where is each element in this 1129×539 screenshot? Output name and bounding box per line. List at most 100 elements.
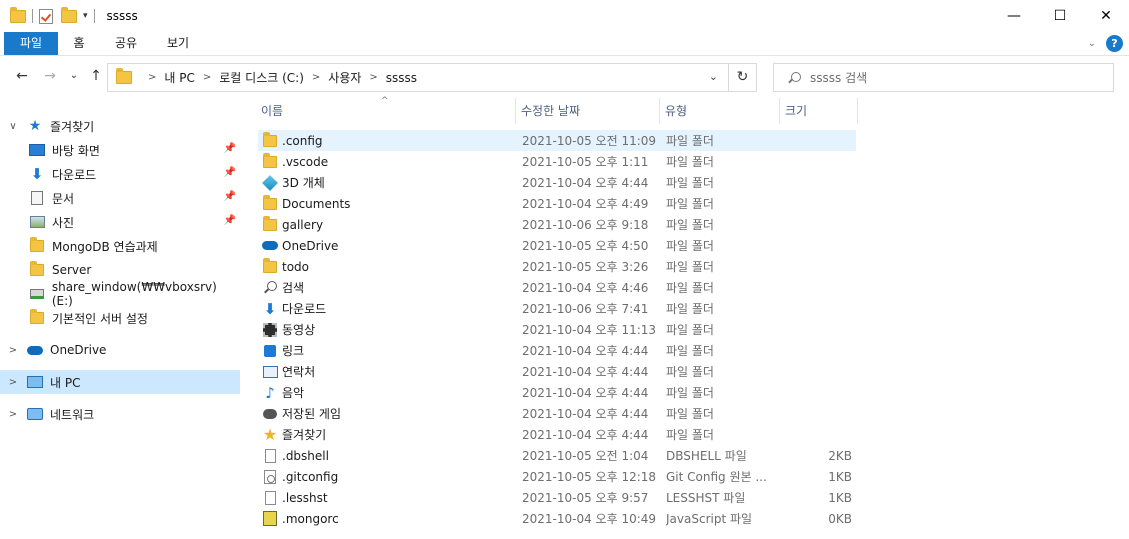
- file-type: DBSHELL 파일: [666, 449, 747, 463]
- tab-share[interactable]: 공유: [108, 32, 144, 55]
- file-row[interactable]: 동영상 2021-10-04 오후 11:13 파일 폴더: [258, 319, 856, 340]
- file-date: 2021-10-05 오후 1:11: [522, 155, 649, 169]
- column-header-size[interactable]: 크기: [780, 98, 858, 124]
- file-row[interactable]: .mongorc 2021-10-04 오후 10:49 JavaScript 파일…: [258, 508, 856, 529]
- nav-item-server-settings[interactable]: 기본적인 서버 설정: [0, 306, 240, 330]
- file-name: 연락처: [282, 365, 316, 379]
- help-icon[interactable]: ?: [1106, 35, 1123, 52]
- file-row[interactable]: OneDrive 2021-10-05 오후 4:50 파일 폴더: [258, 235, 856, 256]
- file-name: .mongorc: [282, 511, 339, 526]
- expand-icon[interactable]: >: [6, 377, 20, 388]
- new-folder-icon[interactable]: [61, 6, 77, 23]
- music-icon: ♪: [265, 383, 275, 402]
- nav-label: 다운로드: [52, 167, 97, 182]
- file-date: 2021-10-04 오후 11:13: [522, 323, 657, 337]
- close-button[interactable]: ✕: [1083, 0, 1129, 32]
- minimize-button[interactable]: —: [991, 0, 1037, 32]
- file-type: 파일 폴더: [666, 428, 714, 442]
- nav-onedrive[interactable]: > OneDrive: [0, 338, 240, 362]
- file-row[interactable]: ⬇ 다운로드 2021-10-06 오후 7:41 파일 폴더: [258, 298, 856, 319]
- toolbar-separator: [93, 9, 95, 23]
- nav-network[interactable]: > 네트워크: [0, 402, 240, 426]
- breadcrumb-current[interactable]: sssss: [386, 71, 417, 85]
- file-row[interactable]: ♪ 음악 2021-10-04 오후 4:44 파일 폴더: [258, 382, 856, 403]
- file-row[interactable]: .config 2021-10-05 오전 11:09 파일 폴더: [258, 130, 856, 151]
- file-date: 2021-10-04 오후 4:44: [522, 386, 649, 400]
- 3d-objects-icon: [262, 174, 278, 191]
- folder-icon: [262, 131, 278, 149]
- nav-item-documents[interactable]: 문서 📌: [0, 186, 240, 210]
- expand-icon[interactable]: ∨: [6, 121, 20, 132]
- nav-item-mongodb[interactable]: MongoDB 연습과제: [0, 234, 240, 258]
- file-row[interactable]: 연락처 2021-10-04 오후 4:44 파일 폴더: [258, 361, 856, 382]
- videos-icon: [262, 322, 278, 338]
- file-row[interactable]: .dbshell 2021-10-05 오전 1:04 DBSHELL 파일 2KB: [258, 445, 856, 466]
- breadcrumb-this-pc[interactable]: 내 PC: [164, 69, 194, 86]
- breadcrumb-local-disk[interactable]: 로컬 디스크 (C:): [219, 69, 304, 86]
- expand-icon[interactable]: >: [6, 409, 20, 420]
- file-row[interactable]: 링크 2021-10-04 오후 4:44 파일 폴더: [258, 340, 856, 361]
- back-button[interactable]: ←: [12, 66, 32, 86]
- file-type: 파일 폴더: [666, 239, 714, 253]
- file-row[interactable]: .vscode 2021-10-05 오후 1:11 파일 폴더: [258, 151, 856, 172]
- properties-icon[interactable]: [39, 8, 53, 24]
- qat-dropdown-icon[interactable]: ▾: [83, 11, 88, 21]
- breadcrumb-users[interactable]: 사용자: [328, 69, 361, 86]
- tab-home[interactable]: 홈: [66, 32, 92, 55]
- file-row[interactable]: 검색 2021-10-04 오후 4:46 파일 폴더: [258, 277, 856, 298]
- tab-view[interactable]: 보기: [160, 32, 196, 55]
- address-bar[interactable]: > 내 PC > 로컬 디스크 (C:) > 사용자 > sssss ⌄ ↻: [107, 63, 757, 92]
- column-header-date[interactable]: 수정한 날짜: [516, 98, 660, 124]
- file-name: OneDrive: [282, 238, 339, 253]
- computer-icon: [27, 376, 43, 388]
- refresh-button[interactable]: ↻: [728, 64, 756, 91]
- file-type: 파일 폴더: [666, 323, 714, 337]
- file-row[interactable]: Documents 2021-10-04 오후 4:49 파일 폴더: [258, 193, 856, 214]
- nav-item-desktop[interactable]: 바탕 화면 📌: [0, 138, 240, 162]
- up-button[interactable]: ↑: [86, 66, 106, 86]
- forward-button[interactable]: →: [40, 66, 60, 86]
- file-date: 2021-10-04 오후 4:44: [522, 407, 649, 421]
- column-header-type[interactable]: 유형: [660, 98, 780, 124]
- search-box[interactable]: [773, 63, 1114, 92]
- ribbon-right-controls: ⌄ ?: [1088, 35, 1123, 52]
- file-type: LESSHST 파일: [666, 491, 746, 505]
- expand-ribbon-icon[interactable]: ⌄: [1088, 38, 1096, 49]
- nav-this-pc[interactable]: > 내 PC: [0, 370, 240, 394]
- nav-label: share_window(₩₩vboxsrv) (E:): [51, 280, 217, 308]
- nav-item-server[interactable]: Server: [0, 258, 240, 282]
- address-dropdown-icon[interactable]: ⌄: [709, 70, 718, 83]
- expand-icon[interactable]: >: [6, 345, 20, 356]
- folder-icon: [30, 309, 44, 324]
- file-type: 파일 폴더: [666, 218, 714, 232]
- onedrive-cloud-icon: [27, 345, 43, 355]
- nav-item-share-window[interactable]: share_window(₩₩vboxsrv) (E:): [0, 280, 240, 308]
- file-name: todo: [282, 259, 310, 274]
- file-type: 파일 폴더: [666, 134, 714, 148]
- folder-icon: [116, 68, 132, 84]
- nav-item-pictures[interactable]: 사진 📌: [0, 210, 240, 234]
- file-date: 2021-10-04 오후 4:44: [522, 365, 649, 379]
- recent-locations-button[interactable]: ⌄: [64, 66, 84, 86]
- file-row[interactable]: 3D 개체 2021-10-04 오후 4:44 파일 폴더: [258, 172, 856, 193]
- nav-item-downloads[interactable]: ⬇ 다운로드 📌: [0, 162, 240, 186]
- contacts-icon: [262, 364, 278, 380]
- file-row[interactable]: todo 2021-10-05 오후 3:26 파일 폴더: [258, 256, 856, 277]
- file-row[interactable]: ★ 즐겨찾기 2021-10-04 오후 4:44 파일 폴더: [258, 424, 856, 445]
- file-row[interactable]: .gitconfig 2021-10-05 오후 12:18 Git Config …: [258, 466, 856, 487]
- maximize-button[interactable]: ☐: [1037, 0, 1083, 32]
- tab-file[interactable]: 파일: [4, 32, 58, 55]
- file-row[interactable]: 저장된 게임 2021-10-04 오후 4:44 파일 폴더: [258, 403, 856, 424]
- file-row[interactable]: gallery 2021-10-06 오후 9:18 파일 폴더: [258, 214, 856, 235]
- navigation-pane: ∨ ★ 즐겨찾기 바탕 화면 📌 ⬇ 다운로드 📌 문서 📌 사진 📌 Mong…: [0, 98, 242, 539]
- file-date: 2021-10-04 오후 10:49: [522, 512, 657, 526]
- nav-quick-access[interactable]: ∨ ★ 즐겨찾기: [0, 114, 240, 138]
- breadcrumb-separator[interactable]: >: [369, 72, 377, 83]
- nav-label: MongoDB 연습과제: [52, 239, 158, 254]
- breadcrumb-separator[interactable]: >: [203, 72, 211, 83]
- nav-label: 즐겨찾기: [50, 119, 95, 134]
- file-row[interactable]: .lesshst 2021-10-05 오후 9:57 LESSHST 파일 1KB: [258, 487, 856, 508]
- file-type: 파일 폴더: [666, 197, 714, 211]
- breadcrumb-separator[interactable]: >: [312, 72, 320, 83]
- search-input[interactable]: [810, 70, 1100, 85]
